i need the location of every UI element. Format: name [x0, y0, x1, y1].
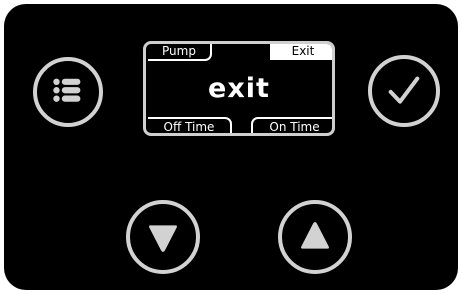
menu-button[interactable]	[33, 57, 103, 127]
off-time-tab: Off Time	[148, 117, 232, 133]
exit-tab: Exit	[270, 44, 332, 60]
lcd-display: Pump Exit exit Off Time On Time	[143, 41, 335, 136]
triangle-down-icon	[149, 225, 177, 252]
triangle-up-icon	[301, 222, 329, 249]
down-button[interactable]	[126, 200, 200, 274]
checkmark-icon	[388, 76, 420, 104]
control-panel: Pump Exit exit Off Time On Time	[4, 4, 458, 290]
on-time-tab: On Time	[251, 117, 332, 133]
list-menu-icon	[53, 78, 81, 102]
confirm-button[interactable]	[368, 55, 440, 127]
pump-tab: Pump	[148, 44, 212, 61]
up-button[interactable]	[278, 200, 352, 274]
display-main-text: exit	[208, 73, 270, 104]
